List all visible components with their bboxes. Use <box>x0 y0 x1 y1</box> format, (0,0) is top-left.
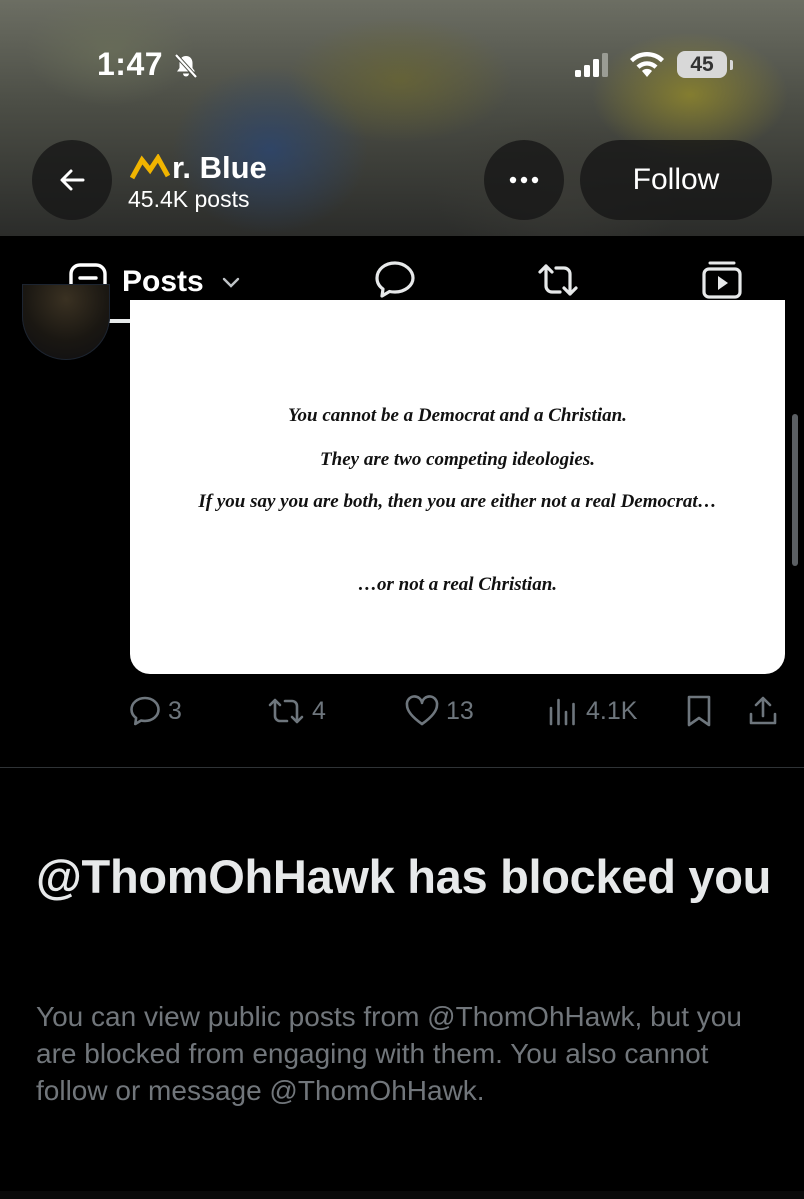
status-time: 1:47 <box>97 46 164 82</box>
like-button[interactable]: 13 <box>404 692 474 730</box>
scrollbar[interactable] <box>792 414 798 566</box>
share-button[interactable] <box>746 692 786 730</box>
battery-tip <box>730 60 733 70</box>
image-text-line-3: If you say you are both, then you are ei… <box>198 491 717 512</box>
post-count: 45.4K posts <box>128 186 250 212</box>
profile-name-text: r. Blue <box>172 150 267 185</box>
views-count: 4.1K <box>586 696 638 725</box>
profile-name: r. Blue <box>130 150 267 186</box>
back-button[interactable] <box>32 140 112 220</box>
reply-bubble-icon[interactable] <box>373 258 417 302</box>
reply-count: 3 <box>168 696 182 725</box>
repost-button[interactable]: 4 <box>266 692 326 730</box>
like-count: 13 <box>446 696 474 725</box>
image-text-line-2: They are two competing ideologies. <box>320 449 595 470</box>
ellipsis-icon <box>509 176 539 184</box>
blocked-notice-body: You can view public posts from @ThomOhHa… <box>36 1001 742 1106</box>
post-action-bar: 3 4 13 4.1K <box>128 692 788 730</box>
post-image[interactable]: You cannot be a Democrat and a Christian… <box>130 300 785 674</box>
share-icon <box>749 696 777 725</box>
reply-button[interactable]: 3 <box>128 692 182 730</box>
bookmark-button[interactable] <box>684 692 720 730</box>
bookmark-icon <box>687 695 711 727</box>
wifi-icon <box>630 51 664 77</box>
cellular-signal-icon <box>575 53 608 77</box>
reply-icon <box>130 696 160 726</box>
yellow-m-crown-icon <box>130 154 170 180</box>
bottom-edge <box>0 1191 804 1199</box>
repost-count: 4 <box>312 696 326 725</box>
repost-icon <box>268 698 304 724</box>
chevron-down-icon[interactable] <box>222 276 240 288</box>
tab-posts-label: Posts <box>122 265 204 298</box>
bell-slash-icon <box>174 53 198 79</box>
more-options-button[interactable] <box>484 140 564 220</box>
blocked-notice-title: @ThomOhHawk has blocked you <box>36 850 772 903</box>
battery-indicator: 45 <box>677 51 727 78</box>
arrow-left-icon <box>60 169 85 191</box>
retweet-icon[interactable] <box>536 258 580 302</box>
heart-icon <box>405 695 439 726</box>
divider <box>0 767 804 768</box>
views-button[interactable]: 4.1K <box>546 692 637 730</box>
author-avatar[interactable] <box>22 284 110 360</box>
image-text-line-1: You cannot be a Democrat and a Christian… <box>288 405 627 426</box>
views-chart-icon <box>549 698 575 726</box>
image-text-line-4: …or not a real Christian. <box>357 574 558 595</box>
media-video-icon[interactable] <box>700 258 744 302</box>
follow-button[interactable]: Follow <box>580 140 772 220</box>
